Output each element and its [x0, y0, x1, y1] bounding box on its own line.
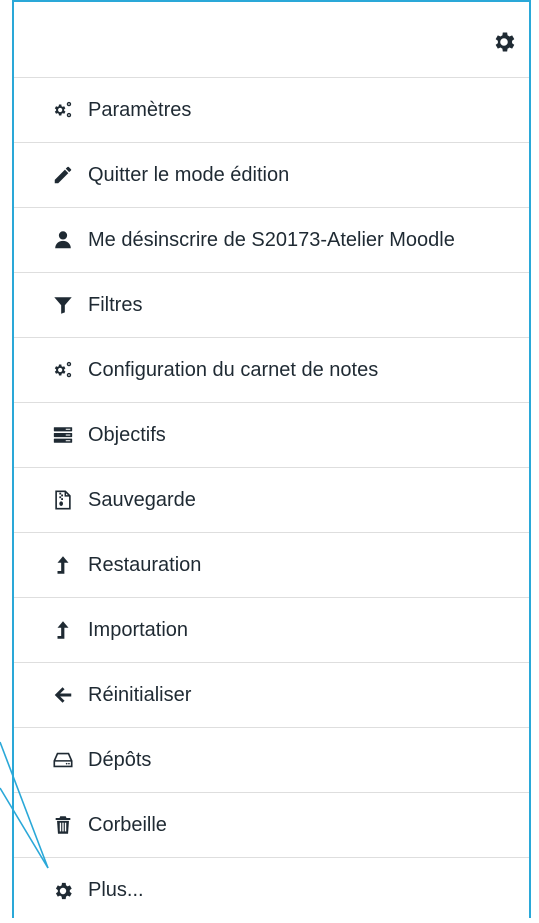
- course-admin-menu: Paramètres Quitter le mode édition Me dé…: [12, 0, 531, 918]
- menu-item-depots[interactable]: Dépôts: [14, 728, 529, 793]
- menu-item-label: Dépôts: [88, 748, 152, 771]
- menu-item-label: Quitter le mode édition: [88, 163, 290, 186]
- list-icon: [52, 424, 74, 446]
- file-archive-icon: [52, 489, 74, 511]
- cogs-icon: [52, 99, 74, 121]
- user-icon: [52, 229, 74, 251]
- menu-item-label: Restauration: [88, 553, 202, 576]
- arrow-left-icon: [52, 684, 74, 706]
- menu-item-plus[interactable]: Plus...: [14, 858, 529, 923]
- menu-item-objectifs[interactable]: Objectifs: [14, 403, 529, 468]
- menu-item-reinitialiser[interactable]: Réinitialiser: [14, 663, 529, 728]
- menu-item-importation[interactable]: Importation: [14, 598, 529, 663]
- menu-item-label: Plus...: [88, 879, 144, 901]
- menu-item-label: Importation: [88, 618, 189, 641]
- menu-item-label: Corbeille: [88, 813, 167, 836]
- menu-item-label: Configuration du carnet de notes: [88, 358, 379, 381]
- upload-icon: [52, 619, 74, 641]
- gear-icon[interactable]: [491, 29, 517, 55]
- menu-item-label: Filtres: [88, 293, 143, 316]
- menu-item-corbeille[interactable]: Corbeille: [14, 793, 529, 858]
- upload-icon: [52, 554, 74, 576]
- trash-icon: [52, 814, 74, 836]
- menu-item-quitter-edition[interactable]: Quitter le mode édition: [14, 143, 529, 208]
- hdd-icon: [52, 749, 74, 771]
- pencil-icon: [52, 164, 74, 186]
- menu-item-filtres[interactable]: Filtres: [14, 273, 529, 338]
- menu-item-label: Sauvegarde: [88, 488, 196, 511]
- filter-icon: [52, 294, 74, 316]
- menu-item-parametres[interactable]: Paramètres: [14, 78, 529, 143]
- menu-item-configuration-carnet[interactable]: Configuration du carnet de notes: [14, 338, 529, 403]
- menu-list: Paramètres Quitter le mode édition Me dé…: [14, 78, 529, 923]
- gear-icon: [52, 880, 74, 902]
- menu-item-label: Paramètres: [88, 98, 192, 121]
- menu-item-restauration[interactable]: Restauration: [14, 533, 529, 598]
- menu-item-label: Réinitialiser: [88, 683, 192, 706]
- menu-header: [14, 2, 529, 78]
- menu-item-sauvegarde[interactable]: Sauvegarde: [14, 468, 529, 533]
- cogs-icon: [52, 359, 74, 381]
- menu-item-label: Objectifs: [88, 423, 166, 446]
- menu-item-label: Me désinscrire de S20173-Atelier Moodle: [88, 228, 455, 251]
- menu-item-desinscrire[interactable]: Me désinscrire de S20173-Atelier Moodle: [14, 208, 529, 273]
